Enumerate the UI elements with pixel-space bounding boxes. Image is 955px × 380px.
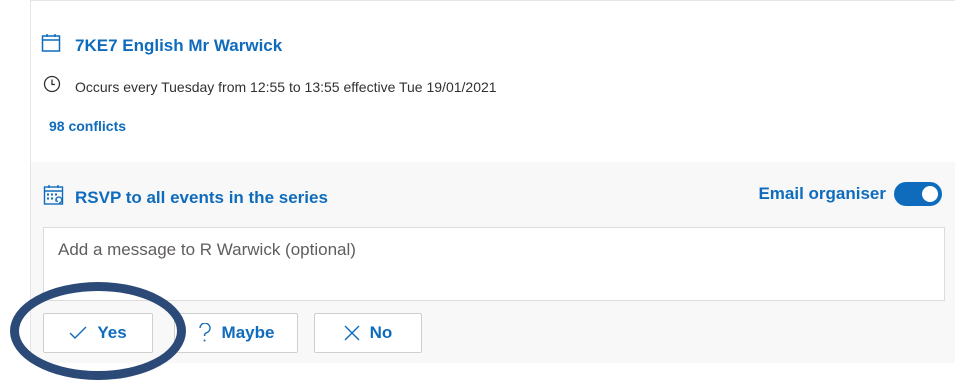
occurrence-text: Occurs every Tuesday from 12:55 to 13:55… (75, 78, 497, 95)
maybe-button[interactable]: Maybe (174, 313, 298, 353)
occurrence-row: Occurs every Tuesday from 12:55 to 13:55… (43, 75, 497, 98)
calendar-icon (41, 33, 61, 58)
clock-icon (43, 75, 61, 98)
x-icon (344, 325, 360, 341)
message-placeholder: Add a message to R Warwick (optional) (58, 240, 356, 259)
checkmark-icon (69, 326, 87, 340)
conflicts-link[interactable]: 98 conflicts (49, 118, 126, 134)
rsvp-section: RSVP to all events in the series Email o… (30, 162, 955, 363)
event-card: 7KE7 English Mr Warwick Occurs every Tue… (30, 0, 955, 363)
event-details: 7KE7 English Mr Warwick Occurs every Tue… (30, 0, 955, 163)
email-organiser-row: Email organiser (758, 182, 942, 206)
rsvp-label[interactable]: RSVP to all events in the series (75, 188, 328, 208)
maybe-label: Maybe (221, 323, 275, 342)
event-title-row: 7KE7 English Mr Warwick (41, 33, 282, 58)
rsvp-row: RSVP to all events in the series (43, 184, 328, 211)
calendar-series-icon (43, 184, 65, 211)
toggle-knob (922, 186, 938, 202)
question-mark-icon (198, 323, 212, 343)
no-label: No (369, 323, 393, 342)
event-title[interactable]: 7KE7 English Mr Warwick (75, 36, 282, 56)
no-button[interactable]: No (314, 313, 422, 353)
yes-label: Yes (97, 323, 127, 342)
email-organiser-label: Email organiser (758, 184, 886, 203)
message-input[interactable]: Add a message to R Warwick (optional) (43, 227, 945, 301)
yes-button[interactable]: Yes (43, 313, 153, 353)
email-organiser-toggle[interactable] (894, 182, 942, 206)
